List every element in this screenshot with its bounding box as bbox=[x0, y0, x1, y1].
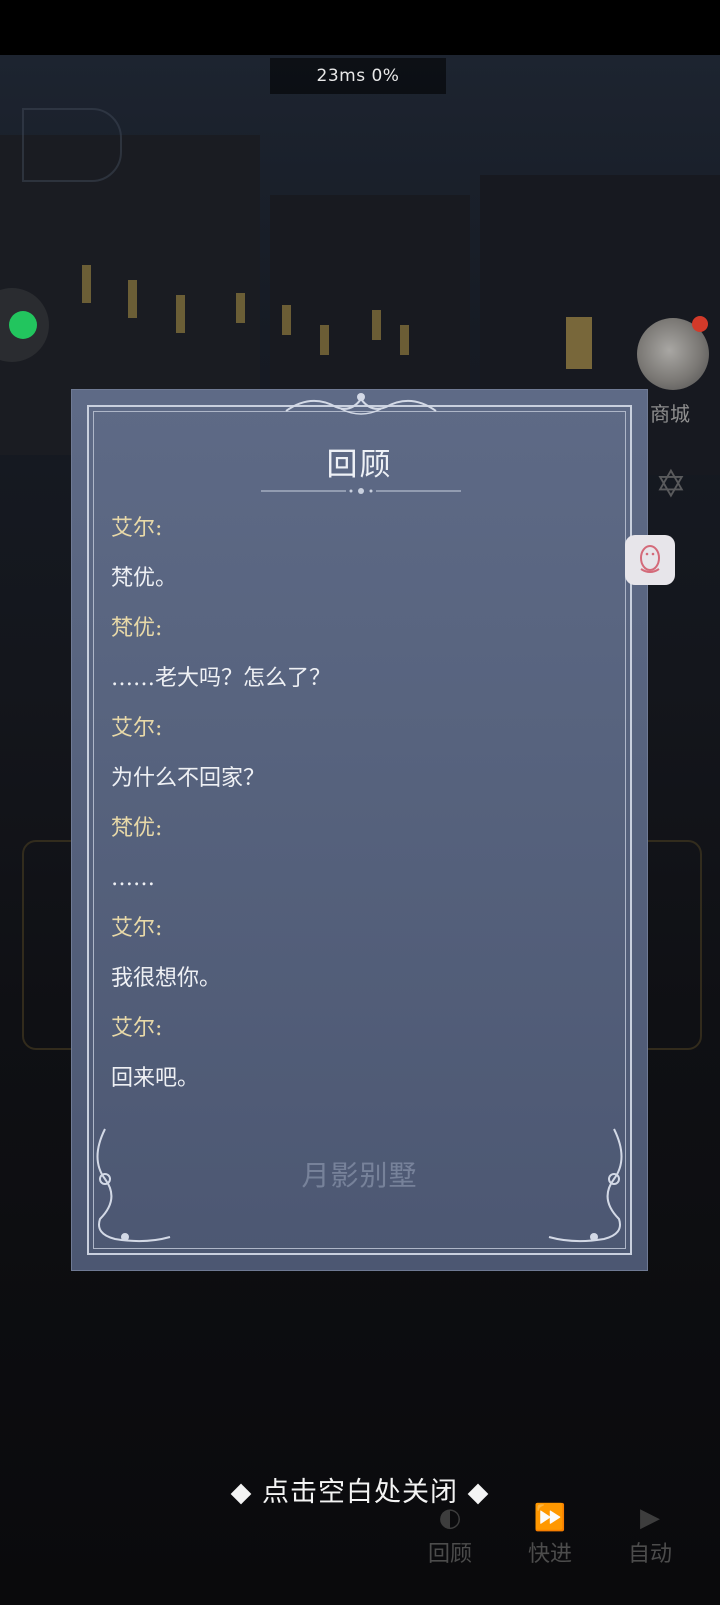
hexagram-icon[interactable]: ✡ bbox=[655, 462, 687, 506]
speaker-name: 梵优: bbox=[111, 616, 163, 641]
dialogue-line: ……老大吗？怎么了？ bbox=[111, 666, 332, 691]
auto-button[interactable]: ▶ 自动 bbox=[615, 1500, 685, 1568]
ping-indicator: 23ms 0% bbox=[270, 58, 446, 94]
review-label: 回顾 bbox=[427, 1542, 472, 1567]
lit-window bbox=[82, 265, 91, 303]
auto-label: 自动 bbox=[627, 1542, 672, 1567]
lit-window bbox=[282, 305, 291, 335]
lit-window bbox=[176, 295, 185, 333]
close-hint[interactable]: ◆ 点击空白处关闭 ◆ bbox=[0, 1470, 720, 1509]
review-button[interactable]: ◐ 回顾 bbox=[415, 1500, 485, 1568]
status-dot-icon bbox=[9, 311, 37, 339]
game-logo: 月影别墅 bbox=[301, 1159, 418, 1192]
lit-window bbox=[372, 310, 381, 340]
dialogue-line: …… bbox=[111, 866, 155, 891]
play-icon: ▶ bbox=[640, 1503, 660, 1533]
fastforward-button[interactable]: ⏩ 快进 bbox=[515, 1500, 585, 1568]
penguin-icon bbox=[640, 545, 660, 573]
dialogue-line: 我很想你。 bbox=[111, 966, 222, 991]
fastforward-icon: ⏩ bbox=[533, 1503, 567, 1533]
speaker-name: 艾尔: bbox=[111, 516, 163, 541]
lit-window bbox=[320, 325, 329, 355]
lit-window bbox=[236, 293, 245, 323]
lit-window bbox=[566, 317, 592, 369]
review-panel: 回顾 艾尔: 梵优。 梵优: ……老大吗？怎么了？ 艾尔: 为什么不回家？ 梵优… bbox=[71, 389, 648, 1271]
notification-dot bbox=[692, 316, 708, 332]
speaker-name: 艾尔: bbox=[111, 716, 163, 741]
speaker-name: 艾尔: bbox=[111, 916, 163, 941]
title-divider bbox=[261, 488, 461, 494]
lit-window bbox=[400, 325, 409, 355]
dialogue-line: 为什么不回家？ bbox=[111, 766, 266, 791]
lit-window bbox=[128, 280, 137, 318]
fastforward-label: 快进 bbox=[527, 1542, 572, 1567]
dialogue-line: 回来吧。 bbox=[111, 1066, 200, 1091]
speaker-name: 梵优: bbox=[111, 816, 163, 841]
top-ornament-icon bbox=[285, 393, 437, 415]
qq-share-button[interactable] bbox=[625, 535, 675, 585]
shop-label: 商城 bbox=[650, 402, 690, 426]
back-button[interactable] bbox=[22, 108, 122, 182]
panel-title: 回顾 bbox=[326, 447, 393, 483]
review-log[interactable]: 艾尔: 梵优。 梵优: ……老大吗？怎么了？ 艾尔: 为什么不回家？ 梵优: …… bbox=[111, 504, 608, 1104]
status-bar bbox=[0, 0, 720, 55]
dialogue-line: 梵优。 bbox=[111, 566, 178, 591]
speaker-name: 艾尔: bbox=[111, 1016, 163, 1041]
review-icon: ◐ bbox=[438, 1503, 462, 1533]
